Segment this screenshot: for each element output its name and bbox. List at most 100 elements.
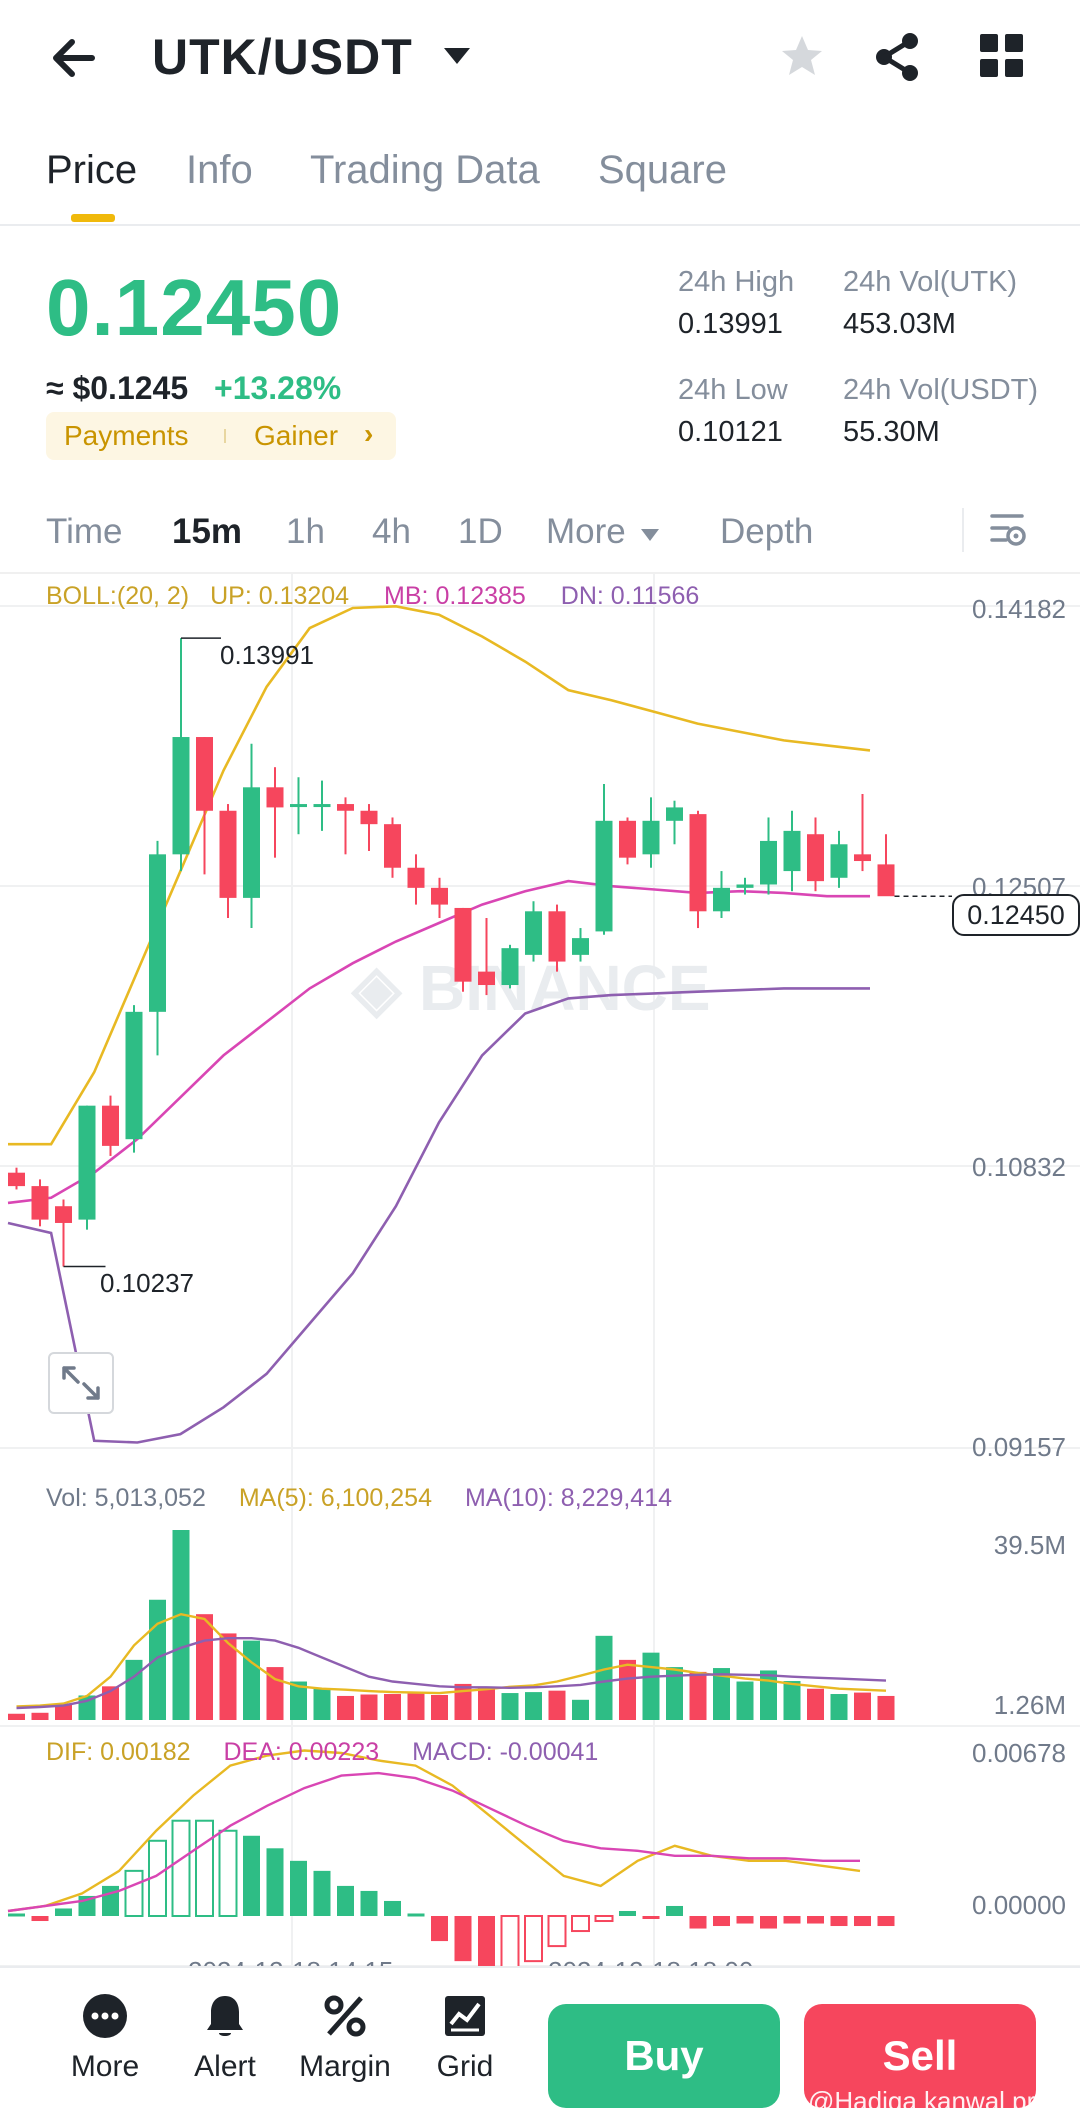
nav-grid[interactable]: Grid (410, 1992, 520, 2084)
fullscreen-button[interactable] (48, 1352, 114, 1414)
price-change-percent: +13.28% (214, 370, 342, 406)
candle-body (149, 854, 166, 1012)
interval-depth[interactable]: Depth (720, 512, 813, 552)
macd-histogram-bar (8, 1913, 25, 1917)
ma5-value: MA(5): 6,100,254 (238, 1484, 432, 1512)
tab-trading-data[interactable]: Trading Data (310, 148, 540, 193)
candle-body (243, 787, 260, 898)
interval-15m[interactable]: 15m (172, 512, 242, 552)
caret-down-icon[interactable] (442, 46, 472, 66)
volume-bar (478, 1687, 495, 1720)
candle-body (736, 884, 754, 888)
candle-body (266, 787, 284, 808)
macd-histogram-bar (642, 1916, 660, 1919)
candle-body (666, 807, 683, 821)
vol-utk-label: 24h Vol(UTK) (843, 266, 1018, 298)
interval-1d[interactable]: 1D (458, 512, 503, 552)
macd-histogram-bar (31, 1916, 49, 1922)
chart-settings-icon[interactable] (988, 510, 1028, 550)
macd-histogram-bar (689, 1916, 707, 1929)
more-dots-icon (83, 1994, 127, 2038)
candle-body (619, 820, 636, 858)
macd-histogram-bar (407, 1913, 425, 1917)
dea-value: DEA: 0.00223 (223, 1738, 380, 1766)
volume-bar (407, 1693, 425, 1720)
candle-body (290, 804, 307, 808)
header: UTK/USDT (0, 0, 1080, 115)
candle-body (31, 1186, 49, 1220)
candle-body (854, 854, 871, 862)
usd-price: ≈ $0.1245 (46, 370, 189, 406)
tab-info[interactable]: Info (186, 148, 253, 193)
nav-alert[interactable]: Alert (170, 1992, 280, 2084)
ma5-line (16, 1612, 887, 1708)
volume-bar (736, 1681, 754, 1720)
volume-legend: Vol: 5,013,052 MA(5): 6,100,254 MA(10): … (46, 1484, 672, 1513)
candle-body (78, 1105, 96, 1220)
bell-icon (207, 1996, 243, 2036)
macd-histogram-bar (783, 1916, 801, 1924)
macd-histogram-bar (337, 1885, 354, 1916)
candle-body (384, 824, 401, 868)
last-price: 0.12450 (46, 263, 343, 352)
interval-more[interactable]: More (546, 512, 626, 552)
tab-price[interactable]: Price (46, 148, 137, 193)
star-icon[interactable] (778, 32, 826, 80)
tag-payments[interactable]: Payments (64, 420, 189, 452)
price-axis-tick: 0.10832 (972, 1152, 1066, 1182)
candle-body (8, 1172, 25, 1187)
candle-body (689, 814, 707, 912)
nav-more-label: More (70, 2050, 140, 2083)
volume-bar (243, 1640, 260, 1720)
vol-usdt-label: 24h Vol(USDT) (843, 374, 1039, 406)
candle-body (125, 1011, 143, 1140)
volume-bar (595, 1635, 613, 1720)
tag-pill[interactable]: Payments Gainer › (46, 412, 396, 460)
macd-histogram-bar (454, 1916, 472, 1962)
macd-axis-tick: 0.00678 (972, 1738, 1066, 1768)
volume-bar (689, 1671, 707, 1720)
macd-histogram-bar (760, 1916, 777, 1929)
back-arrow-icon[interactable] (48, 30, 104, 86)
macd-histogram-bar (218, 1829, 238, 1918)
candle-body (196, 737, 213, 811)
interval-time[interactable]: Time (46, 512, 122, 552)
volume-axis-tick: 1.26M (993, 1690, 1066, 1720)
interval-1h[interactable]: 1h (286, 512, 325, 552)
candle-body (595, 820, 613, 932)
macd-histogram-bar (877, 1916, 895, 1927)
volume-bar (830, 1694, 848, 1720)
buy-button[interactable]: Buy (548, 2004, 780, 2108)
ma10-value: MA(10): 8,229,414 (464, 1484, 673, 1512)
price-axis-tick: 0.14182 (972, 594, 1066, 624)
macd-histogram-bar (736, 1916, 754, 1924)
volume-bar (548, 1690, 566, 1720)
nav-more[interactable]: More (50, 1992, 160, 2084)
volume-bar (8, 1713, 25, 1720)
low-value: 0.10121 (678, 416, 783, 448)
volume-bar (854, 1692, 871, 1720)
pair-title[interactable]: UTK/USDT (152, 28, 413, 86)
volume-bar (384, 1694, 401, 1720)
share-icon[interactable] (874, 32, 922, 82)
candle-body (55, 1206, 72, 1223)
macd-histogram-bar (124, 1869, 144, 1918)
nav-margin[interactable]: Margin (290, 1992, 400, 2084)
volume-bar (172, 1530, 190, 1720)
nav-grid-label: Grid (436, 2050, 494, 2083)
boll-up-value: UP: 0.13204 (210, 582, 350, 610)
tab-square[interactable]: Square (598, 148, 727, 193)
candle-body (454, 907, 472, 982)
vol-utk-value: 453.03M (843, 308, 956, 340)
volume-bar (313, 1688, 331, 1720)
high-value: 0.13991 (678, 308, 783, 340)
macd-histogram-bar (666, 1905, 683, 1916)
interval-4h[interactable]: 4h (372, 512, 411, 552)
caret-down-icon[interactable] (640, 528, 660, 542)
macd-histogram-bar (195, 1819, 214, 1917)
price-axis-tick: 0.09157 (972, 1432, 1066, 1462)
tag-gainer[interactable]: Gainer (254, 420, 338, 452)
low-label: 24h Low (678, 374, 788, 406)
grid-icon[interactable] (980, 34, 1024, 78)
active-tab-indicator (71, 214, 115, 222)
